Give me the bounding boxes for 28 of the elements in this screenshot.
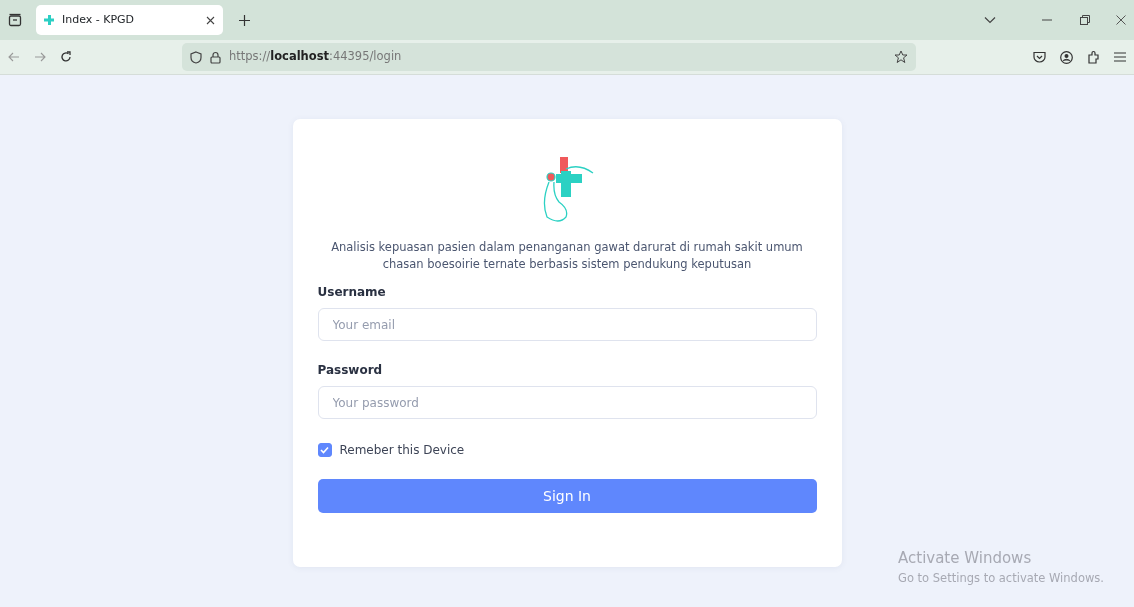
username-field[interactable]: Your email [317,308,817,341]
remember-label[interactable]: Remeber this Device [339,441,465,459]
url-text: https://localhost:44395/login [229,48,403,66]
lock-icon [210,50,221,64]
restore-icon[interactable] [1080,15,1090,25]
chevron-down-icon[interactable] [984,16,996,24]
tab-list-icon[interactable] [8,13,22,27]
browser-tab[interactable]: Index - KPGD [36,5,223,35]
activation-message: Go to Settings to activate Windows. [898,569,1104,587]
extensions-icon[interactable] [1087,50,1100,64]
star-icon[interactable] [894,50,908,64]
menu-icon[interactable] [1114,52,1126,62]
close-icon[interactable] [206,15,215,25]
pocket-icon[interactable] [1033,51,1046,63]
plus-icon [44,15,54,25]
description-text: Analisis kepuasan pasien dalam penanganan gawat darurat di rumah sakit umum chasan boesoirie ternate berbasis sistem pendukung keputusan [330,239,804,273]
reload-icon[interactable] [60,51,72,63]
remember-checkbox[interactable] [317,443,332,457]
shield-icon [190,50,202,64]
field-label: Password [317,362,384,379]
new-tab-icon[interactable] [239,14,250,26]
tab-title: Index - KPGD [62,11,136,28]
address-bar[interactable]: https://localhost:44395/login [182,43,916,71]
field-label: Username [317,284,387,301]
account-icon[interactable] [1060,50,1073,64]
activation-title: Activate Windows [898,548,1033,569]
close-icon[interactable] [1116,15,1126,25]
password-field[interactable]: Your password [317,386,817,419]
